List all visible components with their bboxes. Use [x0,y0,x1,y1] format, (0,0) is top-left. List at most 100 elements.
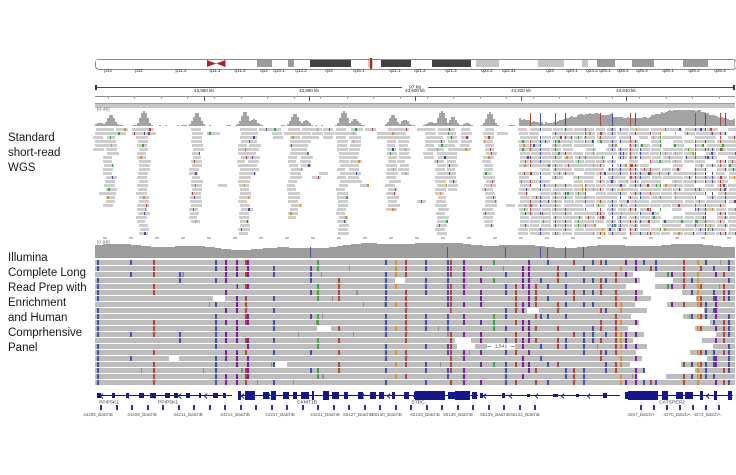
read [399,144,408,147]
read [246,152,255,155]
snp-tick [130,272,132,277]
long-read-alignment-track[interactable]: 1,541 [95,260,735,387]
read [674,228,684,231]
snp-tick [385,332,387,337]
snp-tick [699,200,700,203]
read [651,128,662,131]
snp-tick [585,156,586,159]
read [485,204,497,207]
snp-tick [344,220,345,223]
genome-browser-panel[interactable]: p13p12p11.2q11.1q11.2q12q13.1q13.3q14q15… [95,55,735,421]
snp-tick [600,232,601,235]
cytoband [538,60,565,67]
read [705,148,715,151]
snp-tick [712,164,713,167]
snp-tick [153,332,155,337]
read [377,132,387,135]
read [575,160,584,163]
track2-label: Illumina Complete Long Read Prep with En… [8,251,102,356]
probe-tick [100,405,102,410]
read [728,156,736,159]
snp-tick [338,326,340,331]
read [497,132,508,135]
insertion-tick [247,344,249,349]
coverage-snp [555,113,556,126]
snp-tick [555,184,556,187]
mismatch-tick [182,272,183,277]
snp-tick [505,368,507,373]
snp-tick [691,290,693,295]
read [218,184,227,187]
read [596,196,607,199]
dash [493,237,497,239]
span-left-line [97,87,402,88]
coverage-bar [159,125,161,126]
dash [571,237,575,239]
coverage-bar [471,125,473,126]
read [445,144,455,147]
read [238,144,247,147]
read [438,156,449,159]
exon [186,393,191,398]
read [116,128,128,131]
read [585,212,595,215]
snp-tick [405,272,407,277]
snp-tick [603,160,604,163]
snp-tick [449,172,450,175]
snp-tick [555,196,556,199]
snp-tick [585,208,586,211]
snp-tick [540,148,541,151]
mismatch-tick [293,380,294,385]
short-read-alignment-track[interactable] [95,128,735,236]
read [585,160,595,163]
read [542,156,552,159]
snp-tick [725,200,726,203]
read [672,180,682,183]
read [337,148,349,151]
snp-tick [612,232,613,235]
read [397,160,405,163]
snp-tick [130,260,132,265]
snp-tick [612,144,613,147]
snp-tick [425,284,427,289]
snp-tick [630,136,631,139]
read [530,224,539,227]
snp-tick [245,350,247,355]
panel-probe-track[interactable]: 44205_BatchB44208_BatchB44211_BatchB4421… [95,404,735,417]
long-read-coverage-track[interactable] [95,243,735,258]
snp-tick [600,338,602,343]
read [652,176,663,179]
read [617,232,626,235]
snp-tick [215,332,217,337]
short-read-coverage-track[interactable] [95,110,735,126]
snp-tick [254,172,255,175]
snp-tick [724,188,725,191]
snp-tick [535,380,537,385]
read [448,156,457,159]
insertion-tick [715,296,717,301]
dash [363,237,367,239]
exon [199,393,202,398]
snp-tick [338,296,340,301]
read [584,180,593,183]
gene-annotation-track[interactable]: PPIP5K1PPIP5K1CKMT1BSTRCCATSPER2 [95,388,735,403]
snp-tick [535,284,537,289]
snp-tick [385,380,387,385]
snp-tick [630,172,631,175]
read [424,156,435,159]
snp-tick [712,172,713,175]
snp-tick [405,332,407,337]
snp-tick [635,176,636,179]
exon [139,393,144,397]
snp-tick [310,290,312,295]
read [138,172,149,175]
snp-tick [697,302,699,307]
strand-arrow-icon [483,393,488,398]
insertion-tick [236,320,238,325]
read [673,156,684,159]
coverage-bar [203,124,205,126]
read [639,128,649,131]
snp-tick [705,128,706,131]
snp-tick [558,152,559,155]
read [530,180,540,183]
